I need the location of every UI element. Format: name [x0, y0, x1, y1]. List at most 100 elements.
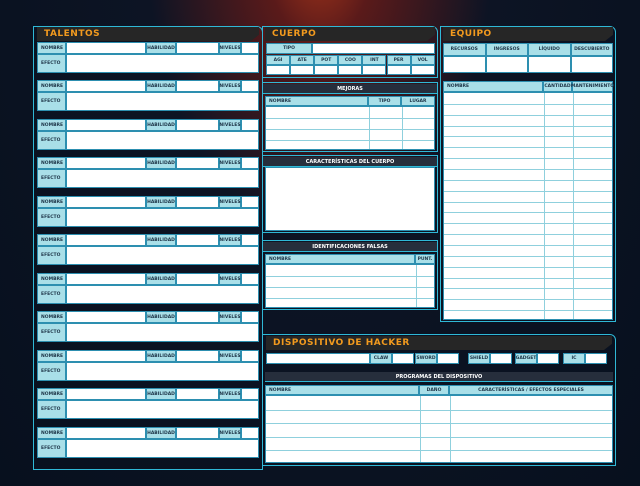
talent-6-niveles-label: NIVELES — [219, 234, 241, 246]
talent-3-efecto-label: EFECTO — [37, 131, 66, 150]
talent-5-nombre-field[interactable] — [66, 196, 146, 208]
talent-1-habilidad-field[interactable] — [176, 42, 219, 54]
talent-10-nombre-label: NOMBRE — [37, 388, 66, 400]
talent-8-habilidad-label: HABILIDAD — [146, 311, 176, 323]
talent-2-nombre-label: NOMBRE — [37, 80, 66, 92]
mejoras-table[interactable] — [265, 106, 435, 150]
table-col-line — [369, 107, 370, 149]
talent-2-niveles-field[interactable] — [241, 80, 259, 92]
talent-4-niveles-field[interactable] — [241, 157, 259, 169]
identificaciones-table[interactable] — [265, 264, 435, 308]
talent-5-efecto-field[interactable] — [66, 208, 259, 227]
talent-4-nombre-field[interactable] — [66, 157, 146, 169]
talent-1-efecto-field[interactable] — [66, 54, 259, 73]
table-row-line — [444, 158, 612, 160]
talent-4-efecto-field[interactable] — [66, 169, 259, 188]
hacker-stat-2-field[interactable] — [490, 353, 512, 364]
table-row-line — [266, 298, 434, 299]
table-col-line — [420, 396, 421, 462]
talent-5-niveles-field[interactable] — [241, 196, 259, 208]
talent-4-nombre-label: NOMBRE — [37, 157, 66, 169]
talent-1-niveles-field[interactable] — [241, 42, 259, 54]
equipo-top-3-field[interactable] — [570, 56, 613, 73]
talent-11-efecto-field[interactable] — [66, 439, 259, 458]
talent-8-niveles-field[interactable] — [241, 311, 259, 323]
talent-10-niveles-field[interactable] — [241, 388, 259, 400]
talent-8-efecto-field[interactable] — [66, 323, 259, 342]
stat-3-field[interactable] — [338, 65, 363, 75]
talent-2-habilidad-field[interactable] — [176, 80, 219, 92]
table-row-line — [266, 276, 434, 277]
talent-6-nombre-field[interactable] — [66, 234, 146, 246]
talent-10-nombre-field[interactable] — [66, 388, 146, 400]
talent-7-nombre-field[interactable] — [66, 273, 146, 285]
talent-3-niveles-field[interactable] — [241, 119, 259, 131]
stat-4-field[interactable] — [362, 65, 387, 75]
talent-11-habilidad-field[interactable] — [176, 427, 219, 439]
tipo-field[interactable] — [312, 43, 435, 54]
talent-7-efecto-label: EFECTO — [37, 285, 66, 304]
stat-6-label: VOL — [410, 55, 435, 65]
hacker-stat-3-field[interactable] — [537, 353, 559, 364]
talent-8-habilidad-field[interactable] — [176, 311, 219, 323]
stat-6-field[interactable] — [410, 65, 435, 75]
talent-2-nombre-field[interactable] — [66, 80, 146, 92]
table-row-line — [266, 450, 612, 452]
talent-9-habilidad-label: HABILIDAD — [146, 350, 176, 362]
equipo-top-0-field[interactable] — [443, 56, 486, 73]
hacker-stat-1-field[interactable] — [437, 353, 459, 364]
identificaciones-title: IDENTIFICACIONES FALSAS — [263, 242, 437, 252]
talent-4-habilidad-field[interactable] — [176, 157, 219, 169]
mejoras-col-lugar: LUGAR — [401, 96, 435, 106]
talent-11-niveles-field[interactable] — [241, 427, 259, 439]
stat-5-field[interactable] — [386, 65, 411, 75]
talent-10-habilidad-field[interactable] — [176, 388, 219, 400]
stat-2-field[interactable] — [314, 65, 339, 75]
talent-5-habilidad-field[interactable] — [176, 196, 219, 208]
talent-7-niveles-field[interactable] — [241, 273, 259, 285]
stat-0-label: AGI — [266, 55, 291, 65]
stat-1-field[interactable] — [290, 65, 315, 75]
table-row-line — [444, 223, 612, 225]
equipo-top-0-label: RECURSOS — [443, 43, 486, 56]
talent-2-efecto-field[interactable] — [66, 92, 259, 111]
talent-8-niveles-label: NIVELES — [219, 311, 241, 323]
equipo-title: EQUIPO — [443, 27, 613, 41]
talent-11-habilidad-label: HABILIDAD — [146, 427, 176, 439]
hacker-title: DISPOSITIVO DE HACKER — [266, 336, 612, 350]
talent-8-nombre-field[interactable] — [66, 311, 146, 323]
talent-7-efecto-field[interactable] — [66, 285, 259, 304]
hacker-stat-4-field[interactable] — [585, 353, 607, 364]
stat-0-field[interactable] — [266, 65, 291, 75]
equipo-top-1-field[interactable] — [485, 56, 528, 73]
table-row-line — [266, 118, 434, 119]
talent-3-nombre-field[interactable] — [66, 119, 146, 131]
talent-6-efecto-field[interactable] — [66, 246, 259, 265]
talent-11-nombre-field[interactable] — [66, 427, 146, 439]
talent-9-efecto-field[interactable] — [66, 362, 259, 381]
tipo-label: TIPO — [266, 43, 312, 54]
table-row-line — [444, 310, 612, 312]
talent-3-efecto-field[interactable] — [66, 131, 259, 150]
equipo-top-2-field[interactable] — [528, 56, 571, 73]
talent-7-habilidad-field[interactable] — [176, 273, 219, 285]
hacker-stat-0-field[interactable] — [392, 353, 414, 364]
table-row-line — [266, 423, 612, 425]
caracteristicas-field[interactable] — [265, 167, 435, 231]
talent-9-habilidad-field[interactable] — [176, 350, 219, 362]
equipo-table[interactable] — [443, 92, 613, 320]
talent-6-niveles-field[interactable] — [241, 234, 259, 246]
talent-10-efecto-field[interactable] — [66, 400, 259, 419]
hacker-stat-1-label: SWORD — [415, 353, 437, 364]
talent-9-nombre-field[interactable] — [66, 350, 146, 362]
programas-table[interactable] — [265, 395, 613, 463]
talent-9-niveles-field[interactable] — [241, 350, 259, 362]
talent-1-nombre-field[interactable] — [66, 42, 146, 54]
talent-6-nombre-label: NOMBRE — [37, 234, 66, 246]
talent-6-habilidad-field[interactable] — [176, 234, 219, 246]
talent-11-efecto-label: EFECTO — [37, 439, 66, 458]
talent-3-habilidad-field[interactable] — [176, 119, 219, 131]
talent-7-niveles-label: NIVELES — [219, 273, 241, 285]
hacker-name-field[interactable] — [266, 353, 370, 364]
table-row-line — [444, 234, 612, 236]
